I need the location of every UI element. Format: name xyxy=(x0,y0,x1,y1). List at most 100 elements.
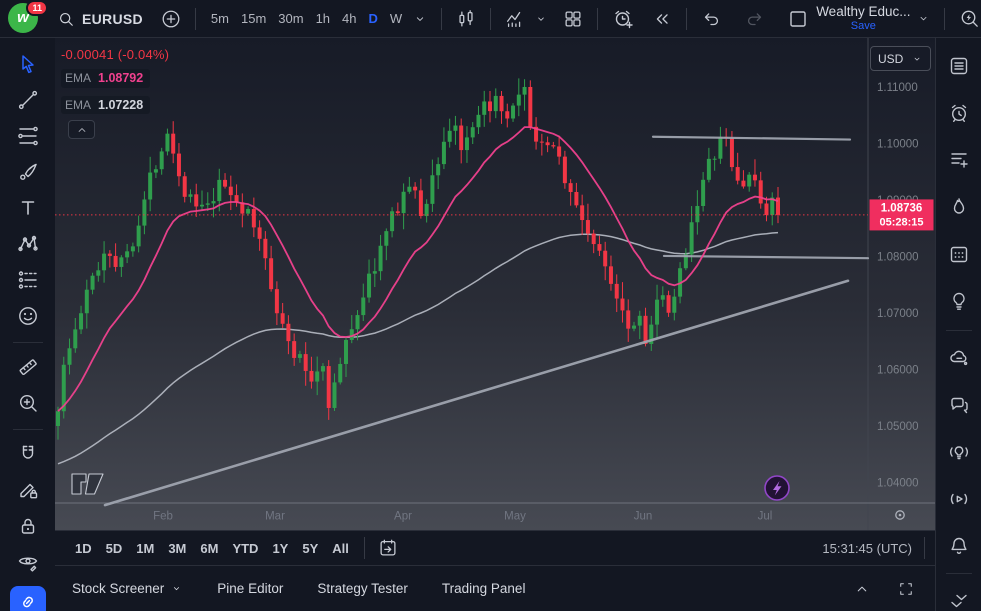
pencil-lock-icon xyxy=(16,478,40,502)
ideas-button[interactable] xyxy=(945,289,973,313)
toolbar-divider xyxy=(13,342,43,343)
notifications-button[interactable] xyxy=(945,534,973,558)
alarm-clock-icon xyxy=(947,101,971,125)
tool-emoji[interactable] xyxy=(11,304,45,328)
chevron-down-icon xyxy=(911,53,923,65)
tab-label: Strategy Tester xyxy=(317,581,408,596)
timeframe-30m[interactable]: 30m xyxy=(272,7,309,30)
tool-magnet[interactable] xyxy=(11,442,45,466)
collapse-panel-button[interactable] xyxy=(945,589,973,611)
create-alert-button[interactable] xyxy=(607,3,639,35)
layout-menu-button[interactable] xyxy=(912,7,935,30)
price-chart[interactable]: 1.110001.100001.090001.080001.070001.060… xyxy=(55,38,935,530)
hotlists-button[interactable] xyxy=(945,195,973,219)
tab-trading-panel[interactable]: Trading Panel xyxy=(442,581,526,596)
tool-trend-line[interactable] xyxy=(11,88,45,112)
svg-text:1.07000: 1.07000 xyxy=(877,308,919,320)
watchlist-button[interactable] xyxy=(945,54,973,78)
search-icon xyxy=(56,9,76,29)
timeframe-15m[interactable]: 15m xyxy=(235,7,272,30)
tool-fib-retracement[interactable] xyxy=(11,124,45,148)
alerts-button[interactable] xyxy=(945,101,973,125)
symbol-name: EURUSD xyxy=(82,11,143,27)
legend-collapse-button[interactable] xyxy=(68,120,95,139)
svg-text:Feb: Feb xyxy=(153,511,173,523)
indicators-icon xyxy=(504,8,526,30)
tradingview-app: w 11 EURUSD 5m 15m 30m 1h 4h D W xyxy=(0,0,981,611)
range-5d[interactable]: 5D xyxy=(99,537,130,560)
redo-button[interactable] xyxy=(740,4,770,34)
tool-forecast[interactable] xyxy=(11,268,45,292)
quick-search-button[interactable] xyxy=(954,3,981,34)
indicator-templates-button[interactable] xyxy=(530,8,552,30)
bar-replay-button[interactable] xyxy=(647,4,677,34)
layout-title[interactable]: Wealthy Educ... xyxy=(816,5,910,20)
range-1m[interactable]: 1M xyxy=(129,537,161,560)
tool-cursor[interactable] xyxy=(11,52,45,76)
undo-button[interactable] xyxy=(696,4,726,34)
tool-text[interactable] xyxy=(11,196,45,220)
svg-text:1.11000: 1.11000 xyxy=(877,82,918,94)
go-to-date-button[interactable] xyxy=(373,533,403,563)
live-ideas-button[interactable] xyxy=(945,440,973,464)
save-button[interactable]: Save xyxy=(851,20,876,32)
plus-circle-icon xyxy=(160,8,182,30)
calendar-button[interactable] xyxy=(945,242,973,266)
layout-select-button[interactable] xyxy=(782,3,814,35)
link-icon xyxy=(17,591,39,611)
trend-line-icon xyxy=(16,88,40,112)
chart-style-button[interactable] xyxy=(451,4,481,34)
compare-add-symbol-button[interactable] xyxy=(156,4,186,34)
layout-title-group[interactable]: Wealthy Educ... Save xyxy=(816,5,910,32)
tool-lock-drawings[interactable] xyxy=(11,514,45,538)
tab-stock-screener[interactable]: Stock Screener xyxy=(72,581,183,596)
bell-icon xyxy=(947,534,971,558)
tool-brush[interactable] xyxy=(11,160,45,184)
tool-drawing-sync[interactable] xyxy=(11,478,45,502)
left-drawing-toolbar xyxy=(0,38,55,611)
svg-text:Jun: Jun xyxy=(634,511,653,523)
tool-link[interactable] xyxy=(10,586,46,611)
minds-button[interactable] xyxy=(945,346,973,370)
timeframe-4h[interactable]: 4h xyxy=(336,7,362,30)
panel-expand-button[interactable] xyxy=(849,576,875,602)
ema-fast-row[interactable]: EMA 1.08792 xyxy=(61,69,150,88)
user-avatar-logo[interactable]: w 11 xyxy=(8,3,40,35)
indicators-button[interactable] xyxy=(500,4,530,34)
range-1y[interactable]: 1Y xyxy=(265,537,295,560)
tool-ruler[interactable] xyxy=(11,355,45,379)
ruler-icon xyxy=(16,355,40,379)
currency-select[interactable]: USD xyxy=(870,46,931,71)
timeframe-1d[interactable]: D xyxy=(363,7,384,30)
multichart-layout-button[interactable] xyxy=(558,4,588,34)
timeframe-1h[interactable]: 1h xyxy=(310,7,336,30)
range-all[interactable]: All xyxy=(325,537,356,560)
bottom-range-toolbar: 1D 5D 1M 3M 6M YTD 1Y 5Y All 15:31:45 (U… xyxy=(55,530,935,566)
panel-maximize-button[interactable] xyxy=(893,576,919,602)
timeframe-menu-button[interactable] xyxy=(408,7,432,31)
streams-button[interactable] xyxy=(945,487,973,511)
chart-legend: -0.00041 (-0.04%) EMA 1.08792 EMA 1.0722… xyxy=(61,48,169,114)
range-3m[interactable]: 3M xyxy=(161,537,193,560)
tool-zoom-in[interactable] xyxy=(11,391,45,415)
clock-utc[interactable]: 15:31:45 (UTC) xyxy=(822,541,912,556)
layout-square-icon xyxy=(786,7,810,31)
symbol-search[interactable]: EURUSD xyxy=(56,9,143,29)
tab-pine-editor[interactable]: Pine Editor xyxy=(217,581,283,596)
tab-strategy-tester[interactable]: Strategy Tester xyxy=(317,581,408,596)
tool-xabcd-pattern[interactable] xyxy=(11,232,45,256)
range-ytd[interactable]: YTD xyxy=(225,537,265,560)
timeframe-1w[interactable]: W xyxy=(384,7,408,30)
top-toolbar: w 11 EURUSD 5m 15m 30m 1h 4h D W xyxy=(0,0,981,38)
ema-slow-value: 1.07228 xyxy=(98,99,143,112)
tool-hide-drawings[interactable] xyxy=(11,550,45,574)
timeframe-5m[interactable]: 5m xyxy=(205,7,235,30)
ema-slow-row[interactable]: EMA 1.07228 xyxy=(61,96,150,115)
chat-button[interactable] xyxy=(945,393,973,417)
tab-label: Pine Editor xyxy=(217,581,283,596)
range-5y[interactable]: 5Y xyxy=(295,537,325,560)
range-6m[interactable]: 6M xyxy=(193,537,225,560)
notes-button[interactable] xyxy=(945,148,973,172)
range-1d[interactable]: 1D xyxy=(68,537,99,560)
toolbar-divider xyxy=(13,429,43,430)
